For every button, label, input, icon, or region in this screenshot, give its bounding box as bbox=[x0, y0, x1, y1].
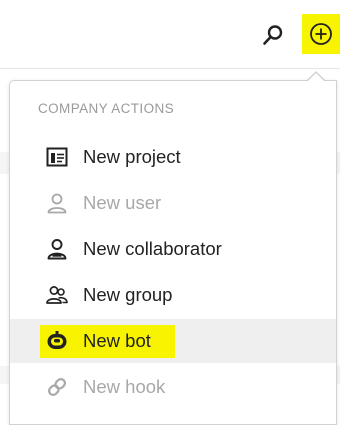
menu-item-new-group[interactable]: New group bbox=[10, 273, 336, 317]
menu-item-label: New group bbox=[83, 284, 173, 305]
menu-item-new-hook[interactable]: New hook bbox=[10, 365, 336, 409]
menu-item-new-bot[interactable]: New bot bbox=[10, 319, 336, 363]
menu-item-label: New hook bbox=[83, 376, 166, 397]
user-icon bbox=[42, 188, 72, 218]
collaborator-icon bbox=[42, 234, 72, 264]
menu-item-label: New user bbox=[83, 192, 162, 213]
plus-circle-icon bbox=[310, 23, 332, 45]
menu-item-new-project[interactable]: New project bbox=[10, 135, 336, 179]
menu-item-label: New collaborator bbox=[83, 238, 222, 259]
search-button[interactable] bbox=[260, 22, 286, 48]
add-button[interactable] bbox=[302, 14, 340, 54]
group-icon bbox=[42, 280, 72, 310]
search-icon bbox=[263, 25, 283, 45]
menu-caret-fill bbox=[308, 72, 324, 81]
menu-item-label: New bot bbox=[83, 330, 151, 351]
project-icon bbox=[42, 142, 72, 172]
link-icon bbox=[42, 372, 72, 402]
menu-item-new-user[interactable]: New user bbox=[10, 181, 336, 225]
menu-item-new-collaborator[interactable]: New collaborator bbox=[10, 227, 336, 271]
top-bar bbox=[0, 0, 340, 69]
bot-icon bbox=[42, 326, 72, 356]
menu-heading: COMPANY ACTIONS bbox=[38, 101, 175, 116]
menu-item-label: New project bbox=[83, 146, 181, 167]
